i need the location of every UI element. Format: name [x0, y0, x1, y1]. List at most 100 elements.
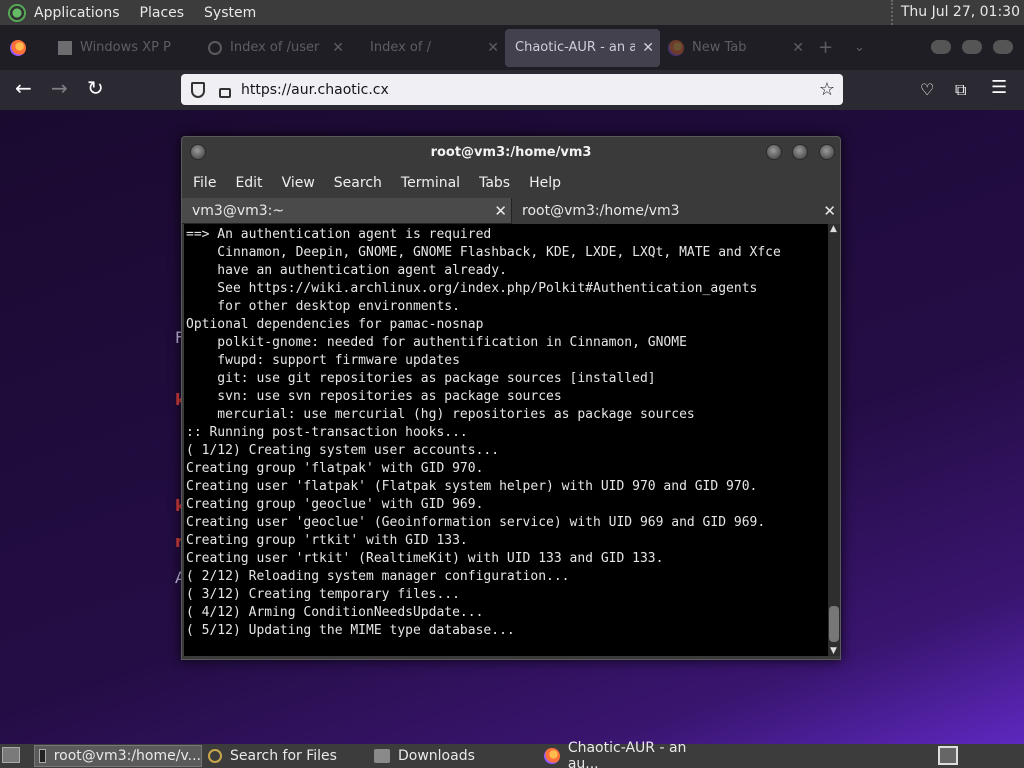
taskbar-item-downloads[interactable]: Downloads — [370, 745, 535, 767]
folder-icon — [374, 749, 390, 763]
minimize-button[interactable] — [766, 144, 782, 160]
menu-edit[interactable]: Edit — [235, 175, 262, 191]
tracking-protection-icon[interactable] — [191, 81, 205, 98]
menu-terminal[interactable]: Terminal — [401, 175, 460, 191]
terminal-line: Creating group 'flatpak' with GID 970. — [186, 461, 484, 476]
menu-applications[interactable]: Applications — [34, 5, 120, 21]
browser-tab[interactable]: Windows XP P — [50, 25, 200, 70]
terminal-line: have an authentication agent already. — [186, 263, 507, 278]
tab-title: Index of / — [370, 40, 431, 55]
terminal-line: mercurial: use mercurial (hg) repositori… — [186, 407, 695, 422]
tab-close-icon[interactable]: ✕ — [792, 40, 804, 56]
browser-tab[interactable]: Index of / ✕ — [350, 25, 505, 70]
workspace-switcher[interactable] — [938, 746, 958, 765]
taskbar-item-firefox[interactable]: Chaotic-AUR - an au... — [540, 740, 720, 768]
terminal-line: ( 3/12) Creating temporary files... — [186, 587, 460, 602]
tab-favicon-icon — [58, 40, 72, 55]
taskbar-item-terminal[interactable]: root@vm3:/home/v... — [34, 745, 202, 767]
minimize-button[interactable] — [931, 40, 951, 54]
terminal-line: Cinnamon, Deepin, GNOME, GNOME Flashback… — [186, 245, 781, 260]
scrollbar-thumb[interactable] — [829, 606, 839, 642]
terminal-line: ( 1/12) Creating system user accounts... — [186, 443, 500, 458]
terminal-line: git: use git repositories as package sou… — [186, 371, 656, 386]
terminal-tab[interactable]: vm3@vm3:~ ✕ — [182, 198, 511, 224]
terminal-scrollbar[interactable]: ▲ ▼ — [828, 224, 840, 656]
hamburger-menu-icon[interactable]: ☰ — [991, 78, 1007, 98]
show-desktop-button[interactable] — [2, 747, 20, 763]
new-tab-label: + — [818, 37, 834, 58]
browser-tabstrip: Windows XP P Index of /user ✕ Index of /… — [0, 25, 1024, 70]
terminal-tab-label: root@vm3:/home/vm3 — [522, 203, 680, 219]
browser-navbar: ← → ↻ https://aur.chaotic.cx ☆ ♡ ⧉ ☰ — [0, 70, 1024, 110]
close-tab-icon[interactable]: ✕ — [823, 198, 836, 224]
terminal-line: ( 5/12) Updating the MIME type database.… — [186, 623, 515, 638]
lock-icon[interactable] — [219, 87, 231, 98]
close-tab-icon[interactable]: ✕ — [494, 198, 507, 224]
search-icon — [208, 749, 222, 763]
terminal-line: Creating group 'rtkit' with GID 133. — [186, 533, 468, 548]
close-window-button[interactable] — [993, 40, 1013, 54]
tab-title: Index of /user — [230, 40, 320, 55]
chevron-down-icon: ⌄ — [854, 40, 865, 55]
terminal-line: Creating group 'geoclue' with GID 969. — [186, 497, 484, 512]
terminal-line: polkit-gnome: needed for authentificatio… — [186, 335, 687, 350]
menu-file[interactable]: File — [193, 175, 216, 191]
taskbar-item-label: Chaotic-AUR - an au... — [567, 740, 687, 768]
scroll-up-arrow-icon[interactable]: ▲ — [830, 224, 837, 234]
menu-help[interactable]: Help — [529, 175, 561, 191]
new-tab-button[interactable]: + — [810, 25, 846, 70]
tab-close-icon[interactable]: ✕ — [642, 40, 654, 56]
terminal-tabs: vm3@vm3:~ ✕ root@vm3:/home/vm3 ✕ — [182, 198, 840, 224]
terminal-line: See https://wiki.archlinux.org/index.php… — [186, 281, 758, 296]
top-panel: Applications Places System Thu Jul 27, 0… — [0, 0, 1024, 25]
menu-search[interactable]: Search — [334, 175, 382, 191]
browser-tab[interactable]: New Tab ✕ — [660, 25, 810, 70]
terminal-line: :: Running post-transaction hooks... — [186, 425, 468, 440]
scroll-down-arrow-icon[interactable]: ▼ — [830, 646, 837, 656]
terminal-tab-active[interactable]: root@vm3:/home/vm3 ✕ — [511, 198, 840, 224]
terminal-line: ( 2/12) Reloading system manager configu… — [186, 569, 570, 584]
terminal-menubar: File Edit View Search Terminal Tabs Help — [182, 169, 840, 197]
terminal-line: ==> An authentication agent is required — [186, 227, 492, 242]
browser-tab-active[interactable]: Chaotic-AUR - an au ✕ — [505, 28, 660, 67]
close-button[interactable] — [819, 144, 835, 160]
tab-close-icon[interactable]: ✕ — [487, 40, 499, 56]
extensions-icon[interactable]: ⧉ — [955, 80, 966, 100]
url-text[interactable]: https://aur.chaotic.cx — [241, 82, 389, 98]
terminal-window: root@vm3:/home/vm3 File Edit View Search… — [181, 136, 841, 660]
taskbar-item-search[interactable]: Search for Files — [204, 745, 364, 767]
browser-tab[interactable]: Index of /user ✕ — [200, 25, 350, 70]
menu-places[interactable]: Places — [140, 5, 185, 21]
tab-close-icon[interactable]: ✕ — [332, 40, 344, 56]
forward-button[interactable]: → — [51, 78, 68, 98]
url-bar[interactable]: https://aur.chaotic.cx ☆ — [181, 74, 843, 105]
list-tabs-button[interactable]: ⌄ — [846, 25, 896, 70]
menu-system[interactable]: System — [204, 5, 256, 21]
distro-logo-icon[interactable] — [8, 3, 26, 22]
back-button[interactable]: ← — [15, 78, 32, 98]
terminal-title: root@vm3:/home/vm3 — [430, 145, 592, 160]
terminal-tab-label: vm3@vm3:~ — [192, 203, 285, 219]
pocket-icon[interactable]: ♡ — [920, 80, 934, 100]
tab-favicon-icon — [208, 40, 222, 55]
terminal-line: Optional dependencies for pamac-nosnap — [186, 317, 484, 332]
terminal-line: Creating user 'rtkit' (RealtimeKit) with… — [186, 551, 664, 566]
clock[interactable]: Thu Jul 27, 01:30 — [890, 0, 1020, 25]
menu-view[interactable]: View — [282, 175, 315, 191]
tab-title: New Tab — [692, 40, 747, 55]
tab-title: Windows XP P — [80, 40, 171, 55]
firefox-icon — [10, 39, 26, 56]
terminal-line: svn: use svn repositories as package sou… — [186, 389, 562, 404]
terminal-line: for other desktop environments. — [186, 299, 460, 314]
terminal-icon — [39, 749, 46, 763]
maximize-button[interactable] — [962, 40, 982, 54]
menu-tabs[interactable]: Tabs — [479, 175, 510, 191]
firefox-icon — [668, 39, 684, 56]
firefox-view-button[interactable] — [0, 25, 50, 70]
reload-button[interactable]: ↻ — [87, 78, 104, 98]
bookmark-star-icon[interactable]: ☆ — [819, 79, 835, 100]
maximize-button[interactable] — [792, 144, 808, 160]
top-menu: Applications Places System — [0, 0, 284, 25]
terminal-output[interactable]: ==> An authentication agent is required … — [184, 224, 828, 656]
tab-title: Chaotic-AUR - an au — [515, 40, 635, 55]
